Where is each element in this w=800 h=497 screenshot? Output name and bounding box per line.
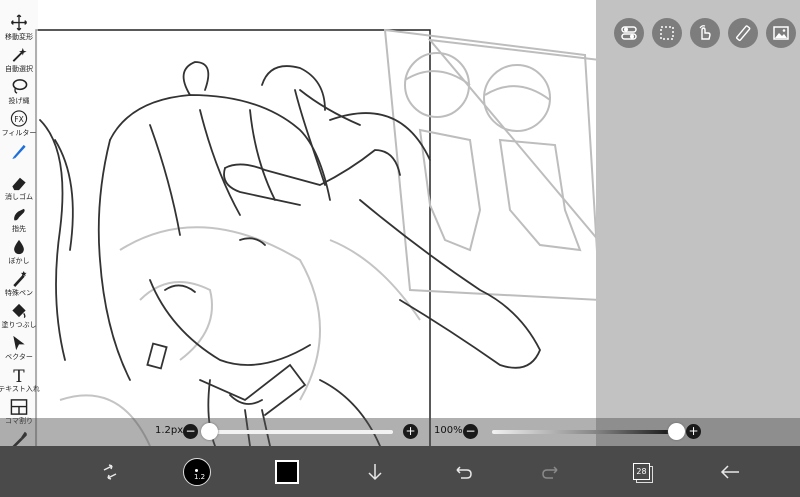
bucket-icon <box>12 303 26 319</box>
back-arrow-icon <box>720 464 739 479</box>
tool-label: 投げ縄 <box>8 97 30 105</box>
tool-bucket[interactable]: 塗りつぶし <box>0 302 38 334</box>
brush-opacity-track[interactable] <box>492 430 676 434</box>
layers-button[interactable]: 28 <box>624 446 660 497</box>
image-icon <box>773 26 789 40</box>
vector-icon <box>13 335 25 351</box>
canvas-outside-area <box>596 0 800 446</box>
tool-label: ぼかし <box>8 257 30 265</box>
brush-size-preview-button[interactable]: 1.2 <box>178 446 216 497</box>
tool-pen[interactable] <box>0 142 38 174</box>
redo-button[interactable] <box>534 446 568 497</box>
hand-icon <box>699 25 711 40</box>
brush-size-value: 1.2px <box>155 425 184 436</box>
tool-label: 特殊ペン <box>5 289 33 297</box>
tool-label: 塗りつぶし <box>1 321 37 329</box>
bottom-toolbar: 1.2 28 <box>0 446 800 497</box>
tool-special-pen[interactable]: 特殊ペン <box>0 270 38 302</box>
svg-text:T: T <box>13 367 25 384</box>
layer-count: 28 <box>636 466 647 476</box>
selection-button[interactable] <box>652 18 682 48</box>
tool-label: 消しゴム <box>5 193 33 201</box>
brush-size-track[interactable] <box>205 430 393 434</box>
blur-icon <box>14 239 24 255</box>
tool-label: 指先 <box>12 225 26 233</box>
brush-size-thumb[interactable] <box>200 423 218 440</box>
color-picker-button[interactable] <box>270 446 304 497</box>
brush-opacity-plus-button[interactable]: + <box>686 424 701 439</box>
brush-opacity-thumb[interactable] <box>668 423 685 440</box>
brush-size-plus-button[interactable]: + <box>403 424 418 439</box>
brush-opacity-minus-button[interactable]: − <box>463 424 478 439</box>
brush-slider-bar: 1.2px − + 100% − + <box>0 418 800 446</box>
text-icon: T <box>13 367 25 384</box>
fx-icon: FX <box>10 110 28 127</box>
current-color-swatch <box>275 459 299 484</box>
brush-preview-label: 1.2 <box>194 472 206 481</box>
tool-blur[interactable]: ぼかし <box>0 238 38 270</box>
tool-label: 移動変形 <box>5 33 33 41</box>
brush-size-minus-button[interactable]: − <box>183 424 198 439</box>
tool-label: 自動選択 <box>5 65 33 73</box>
download-button[interactable] <box>358 446 392 497</box>
tool-eraser[interactable]: 消しゴム <box>0 174 38 206</box>
ruler-icon <box>736 25 751 42</box>
rotate-arrows-icon <box>103 463 117 480</box>
redo-icon <box>542 465 558 479</box>
move-transform-icon <box>10 14 28 31</box>
down-arrow-icon <box>368 463 382 480</box>
tool-finger[interactable]: 指先 <box>0 206 38 238</box>
back-button[interactable] <box>712 446 748 497</box>
toggle-icon <box>621 26 637 40</box>
tool-magic-wand[interactable]: 自動選択 <box>0 46 38 78</box>
tool-fx[interactable]: FX フィルター <box>0 110 38 142</box>
drawing-canvas[interactable] <box>0 0 800 446</box>
brush-opacity-value: 100% <box>434 425 463 436</box>
tool-lasso[interactable]: 投げ縄 <box>0 78 38 110</box>
toggle-button[interactable] <box>614 18 644 48</box>
magic-wand-icon <box>12 47 27 62</box>
image-button[interactable] <box>766 18 796 48</box>
undo-button[interactable] <box>446 446 480 497</box>
lasso-icon <box>12 79 28 94</box>
frame-divider-icon <box>10 399 28 415</box>
tool-move-transform[interactable]: 移動変形 <box>0 14 38 46</box>
pen-icon <box>12 144 26 160</box>
tool-label: テキスト入れ <box>0 385 40 393</box>
finger-icon <box>14 208 25 221</box>
hand-button[interactable] <box>690 18 720 48</box>
tool-label: フィルター <box>1 129 37 137</box>
selection-icon <box>660 26 674 40</box>
undo-icon <box>456 465 472 479</box>
eraser-icon <box>12 177 26 191</box>
transform-gesture-button[interactable] <box>92 446 128 497</box>
tool-vector[interactable]: ベクター <box>0 334 38 366</box>
tool-text[interactable]: T テキスト入れ <box>0 366 40 398</box>
tool-label: ベクター <box>5 353 33 361</box>
svg-text:FX: FX <box>14 115 24 124</box>
ruler-button[interactable] <box>728 18 758 48</box>
special-pen-icon <box>13 270 27 288</box>
